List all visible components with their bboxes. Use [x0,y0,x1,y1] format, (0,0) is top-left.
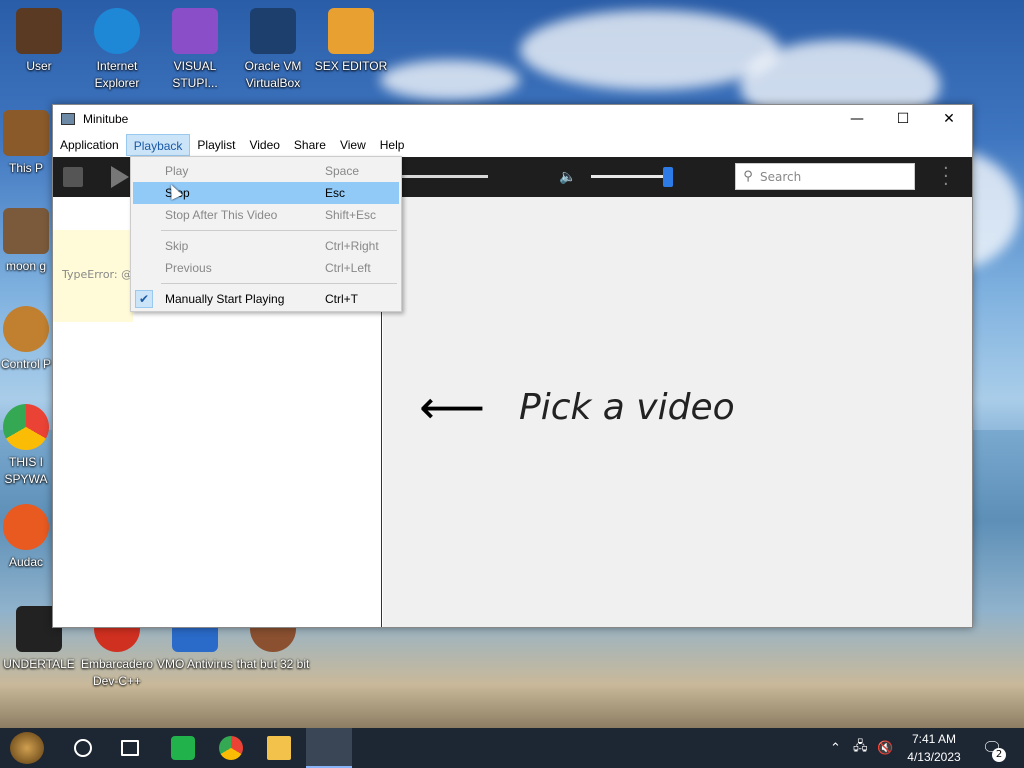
menu-item-shortcut: Ctrl+Right [325,239,379,253]
pick-a-video-label: Pick a video [519,387,735,428]
menu-application[interactable]: Application [53,134,126,156]
menu-view[interactable]: View [333,134,373,156]
desktop-icon-visual-studio[interactable]: VISUAL STUPI... [156,8,234,92]
taskbar: ⌃ 🖧 🔇 7:41 AM 4/13/2023 🗨 2 [0,728,1024,768]
menu-item-manually-start-playing[interactable]: ✔ Manually Start Playing Ctrl+T [133,288,399,310]
tray-chevron-icon[interactable]: ⌃ [830,728,841,768]
volume-slider-handle[interactable] [663,167,673,187]
audacity-icon [3,504,49,550]
menu-separator [161,230,397,231]
minitube-taskbar-icon[interactable] [306,728,352,768]
spotify-like-app-icon[interactable] [171,736,195,760]
edge-browser-icon [94,8,140,54]
clock-date: 4/13/2023 [907,750,961,764]
menu-item-previous[interactable]: Previous Ctrl+Left [133,257,399,279]
network-icon[interactable]: 🖧 [853,728,868,768]
desktop-icon-label: Internet Explorer [94,59,140,90]
notification-count-badge: 2 [992,748,1006,762]
virtualbox-icon [250,8,296,54]
chrome-icon [3,404,49,450]
minimize-button[interactable]: — [834,105,880,133]
volume-slider[interactable] [591,175,671,178]
error-message: TypeError: @ [53,230,133,322]
task-view-icon[interactable] [121,740,139,756]
desktop-icon-label: Audac [8,555,44,569]
start-button[interactable] [10,732,44,764]
moon-game-icon [3,208,49,254]
close-button[interactable]: ✕ [926,105,972,133]
control-panel-icon [3,306,49,352]
menu-help[interactable]: Help [373,134,412,156]
menu-item-label: Stop After This Video [165,208,278,222]
title-bar[interactable]: Minitube — ☐ ✕ [53,105,972,133]
desktop-icon-label: Embarcadero Dev-C++ [80,657,154,688]
desktop-icon-label: VMO Antivirus [156,657,234,671]
desktop-icon-audacity[interactable]: Audac [0,504,52,571]
computer-icon [3,110,49,156]
user-icon [16,8,62,54]
chrome-taskbar-icon[interactable] [219,736,243,760]
desktop-icon-user[interactable]: User [0,8,78,75]
desktop-icon-label: Oracle VM VirtualBox [244,59,302,90]
menu-item-shortcut: Space [325,164,360,178]
system-clock[interactable]: 7:41 AM 4/13/2023 [902,730,966,766]
search-icon: ⚲ [743,169,753,184]
menu-item-play[interactable]: Play Space [133,160,399,182]
menu-bar: Application Playback Playlist Video Shar… [53,133,972,157]
desktop-icon-label: that but 32 bit [236,657,310,671]
menu-playlist[interactable]: Playlist [190,134,242,156]
menu-item-skip[interactable]: Skip Ctrl+Right [133,235,399,257]
menu-share[interactable]: Share [287,134,333,156]
seek-slider[interactable] [398,175,488,178]
play-icon[interactable] [111,166,129,188]
stop-icon[interactable] [63,167,83,187]
menu-item-label: Manually Start Playing [165,292,285,306]
search-box: ⚲ [735,163,915,190]
desktop-icon-label: VISUAL STUPI... [172,59,218,90]
clock-time: 7:41 AM [911,732,957,746]
desktop-icon-this-pc[interactable]: This P [0,110,52,177]
search-input[interactable] [760,164,910,189]
left-arrow-icon: ⟵ [419,380,485,434]
minitube-app-icon [61,113,75,125]
error-text: TypeError: @ [62,268,133,281]
more-options-icon[interactable]: · · · [943,160,949,194]
maximize-button[interactable]: ☐ [880,105,926,133]
menu-video[interactable]: Video [242,134,286,156]
menu-item-shortcut: Shift+Esc [325,208,377,222]
desktop-icon-label: UNDERTALE [3,657,75,671]
volume-muted-icon[interactable]: 🔇 [877,728,893,768]
volume-icon[interactable]: 🔈 [559,169,576,185]
desktop-icon-label: This P [8,161,43,175]
menu-separator [161,283,397,284]
hex-editor-icon [328,8,374,54]
menu-item-shortcut: Ctrl+Left [325,261,371,275]
video-area: ⟵ Pick a video [383,197,972,627]
desktop-icon-internet-explorer[interactable]: Internet Explorer [78,8,156,92]
desktop-icon-moon[interactable]: moon g [0,208,52,275]
menu-item-label: Skip [165,239,189,253]
file-explorer-icon[interactable] [267,736,291,760]
desktop-icon-label: SEX EDITOR [314,59,388,73]
cortana-icon[interactable] [74,739,92,757]
desktop-icon-hex-editor[interactable]: SEX EDITOR [312,8,390,75]
desktop-icon-label: Control P [0,357,52,371]
desktop-icon-label: User [26,59,52,73]
window-title: Minitube [83,112,129,126]
desktop-icon-control-panel[interactable]: Control P [0,306,52,373]
desktop-icon-chrome[interactable]: THIS I SPYWA [0,404,52,488]
checkmark-icon: ✔ [135,290,153,308]
playback-menu: Play Space Stop Esc Stop After This Vide… [130,156,402,312]
menu-item-shortcut: Ctrl+T [325,292,358,306]
menu-playback[interactable]: Playback [125,134,191,156]
menu-item-label: Play [165,164,189,178]
menu-item-shortcut: Esc [325,186,346,200]
visual-studio-icon [172,8,218,54]
desktop-icon-virtualbox[interactable]: Oracle VM VirtualBox [234,8,312,92]
desktop-icon-label: moon g [5,259,47,273]
menu-item-label: Previous [165,261,212,275]
menu-item-stop-after-this-video[interactable]: Stop After This Video Shift+Esc [133,204,399,226]
desktop-icon-label: THIS I SPYWA [4,455,48,486]
